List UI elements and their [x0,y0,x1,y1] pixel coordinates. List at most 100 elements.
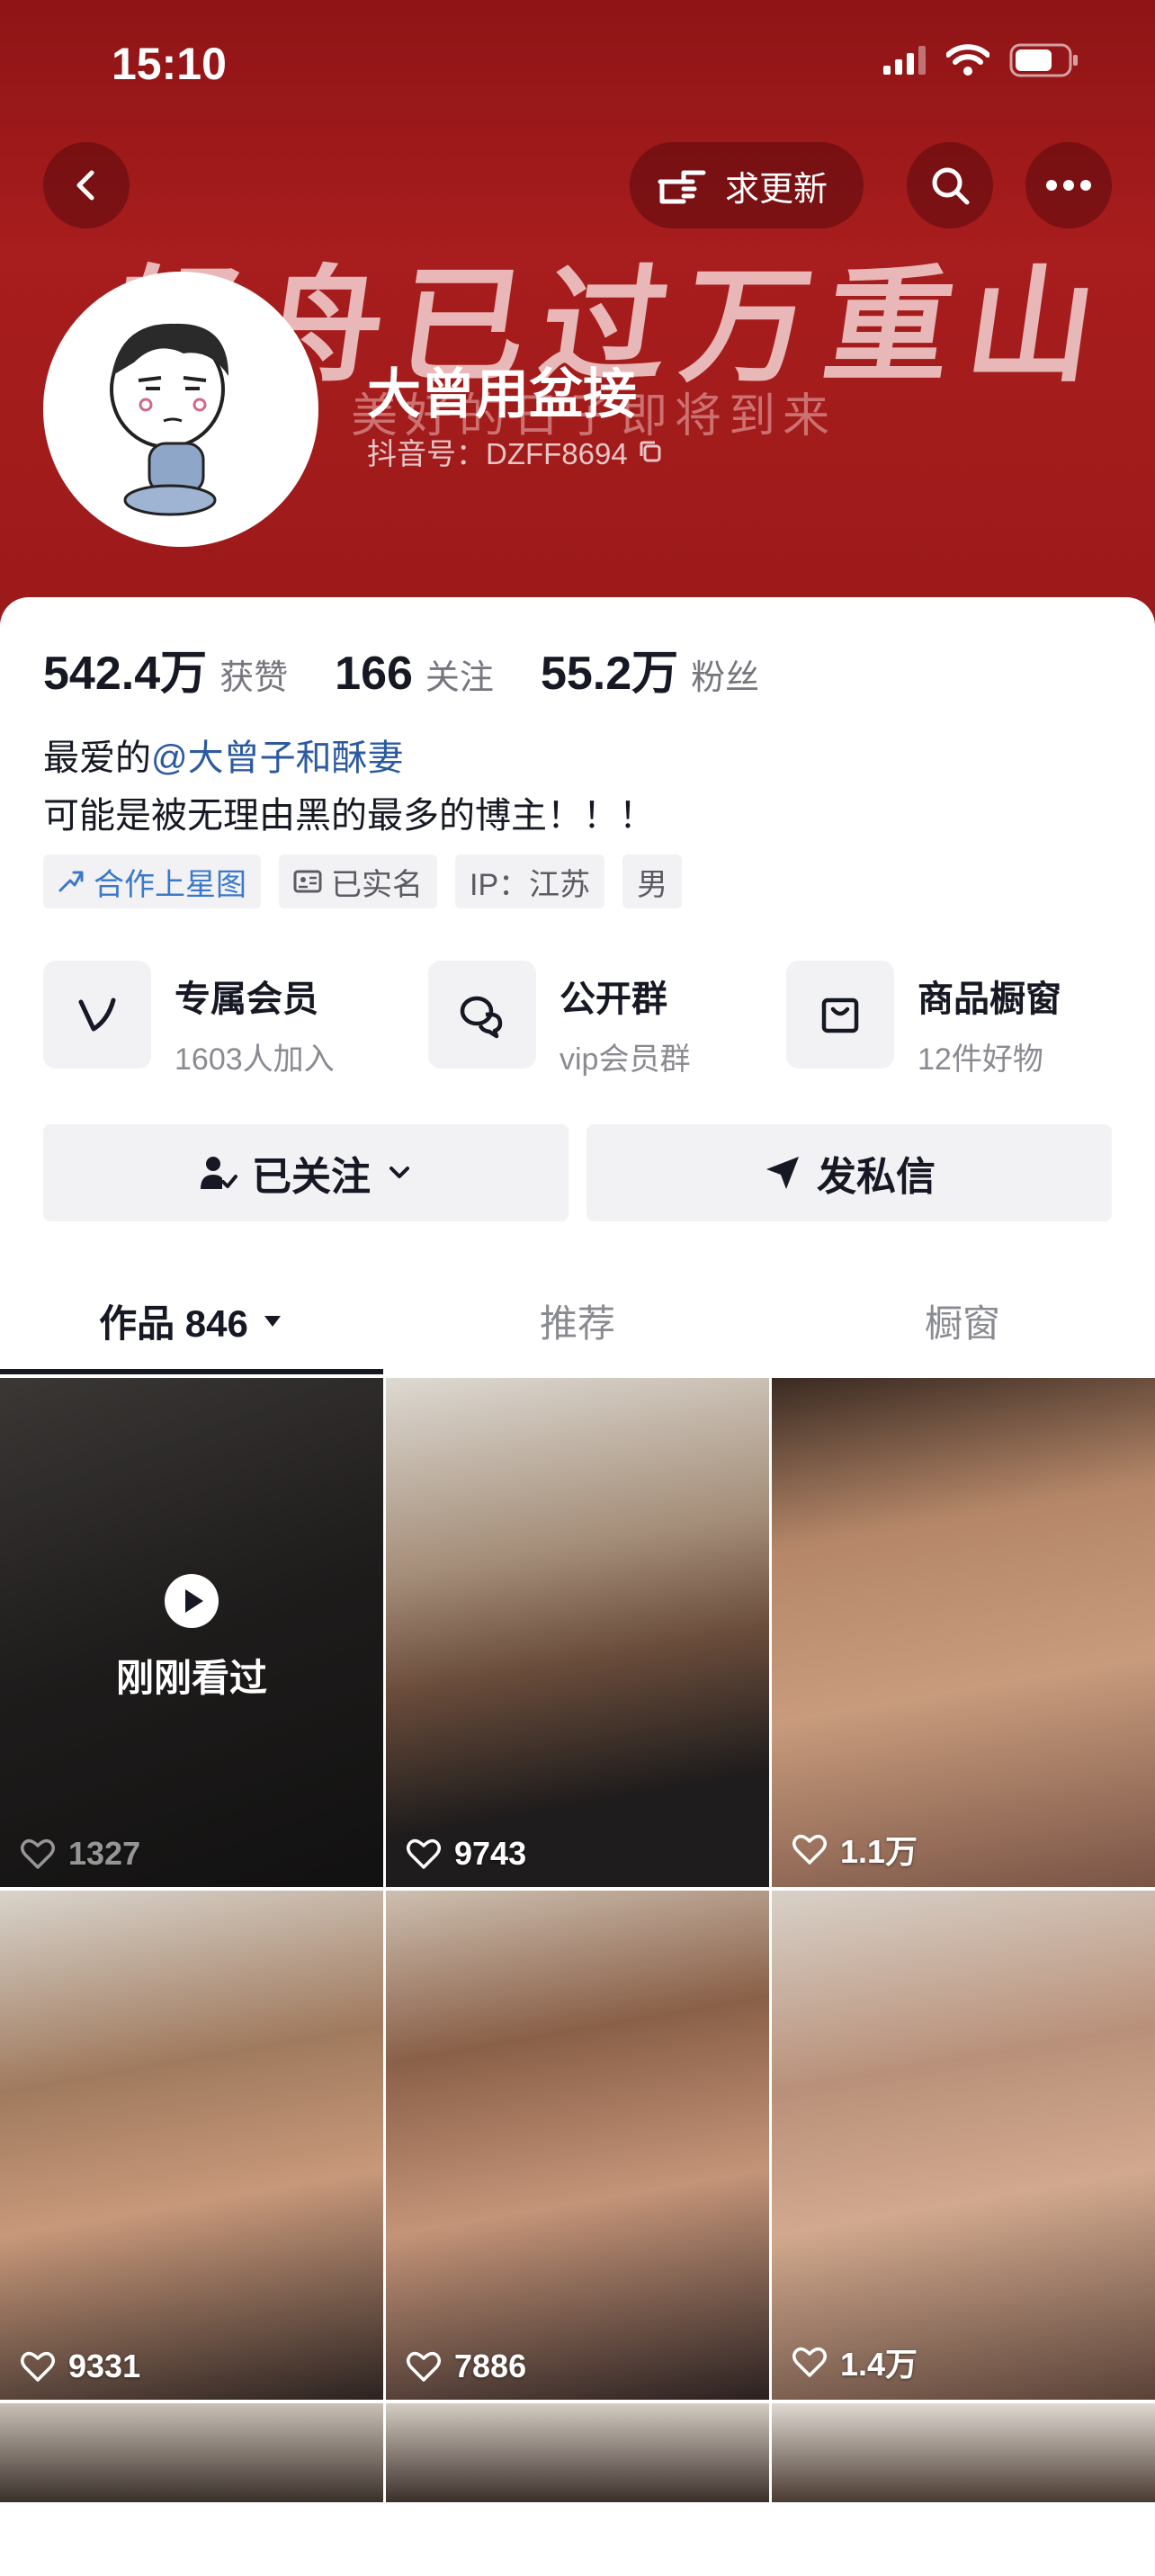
stat-value: 166 [335,648,413,700]
send-message-label: 发私信 [817,1155,936,1199]
feature-title: 商品橱窗 [918,979,1061,1019]
feature-subtitle: vip会员群 [560,1042,691,1077]
douyin-id-text: 抖音号：DZFF8694 [367,437,628,470]
tab-recommend[interactable]: 推荐 [385,1275,770,1365]
bio-line-2: 可能是被无理由黑的最多的博主！！！ [43,796,655,836]
copy-icon[interactable] [637,438,664,465]
battery-icon [1009,43,1078,77]
stat-label: 粉丝 [691,659,760,697]
video-likes-count: 9331 [68,2348,141,2384]
video-likes: 1327 [20,1835,140,1873]
followed-label: 已关注 [252,1155,371,1199]
avatar[interactable] [43,272,318,547]
tab-label: 推荐 [539,1301,615,1345]
watched-overlay [0,1378,383,1887]
back-button[interactable] [43,142,130,228]
search-icon [932,167,970,205]
content-tabs: 作品 846 推荐 橱窗 [0,1275,1155,1374]
video-thumbnail[interactable]: 刚刚看过 1327 [0,1378,383,1887]
tag-label: 已实名 [331,867,423,902]
video-thumbnail[interactable] [772,2403,1155,2502]
video-thumbnail[interactable] [386,2403,769,2502]
video-likes: 9743 [406,1835,526,1873]
request-update-label: 求更新 [725,170,828,209]
video-likes: 1.4万 [792,2339,918,2385]
stat-followers[interactable]: 55.2万 粉丝 [541,635,759,702]
tag-label: IP：江苏 [470,867,591,902]
douyin-id[interactable]: 抖音号：DZFF8694 [367,430,664,473]
feature-title: 专属会员 [175,979,318,1019]
video-likes-count: 1.4万 [840,2346,918,2383]
heart-icon [407,2351,441,2382]
video-likes-count: 7886 [454,2348,527,2384]
bio-prefix: 最爱的 [43,738,151,778]
bio-mention-link[interactable]: @大曾子和酥妻 [151,738,404,778]
more-button[interactable] [1025,142,1112,228]
profile-nickname: 大曾用盆接 [367,364,637,425]
active-tab-indicator [0,1369,383,1374]
bio-line-1: 最爱的@大曾子和酥妻 [43,729,404,781]
profile-stats: 542.4万 获赞 166 关注 55.2万 粉丝 [43,635,806,702]
stat-value: 542.4万 [43,648,208,700]
video-thumbnail[interactable]: 9331 [0,1891,383,2400]
tag-label: 合作上星图 [94,867,246,902]
shopping-bag-icon [786,961,894,1069]
video-likes-count: 1327 [68,1835,141,1872]
video-thumbnail[interactable]: 7886 [386,1891,769,2400]
video-likes: 1.1万 [792,1826,918,1873]
play-icon [165,1574,219,1628]
chat-group-icon [428,961,536,1069]
heart-icon [21,1838,55,1869]
stat-likes[interactable]: 542.4万 获赞 [43,635,288,702]
video-likes-count: 9743 [454,1835,527,1872]
wifi-icon [946,44,989,76]
heart-icon [21,2351,55,2382]
followed-button[interactable]: 已关注 [43,1124,569,1221]
feature-subtitle: 1603人加入 [175,1042,335,1077]
tag-gender: 男 [622,854,683,908]
stat-following[interactable]: 166 关注 [335,647,494,701]
video-thumbnail[interactable]: 9743 [386,1378,769,1887]
tag-star-map[interactable]: 合作上星图 [43,854,261,908]
profile-tags: 合作上星图 已实名 IP：江苏 男 [43,854,683,908]
feature-group[interactable]: 公开群 vip会员群 [428,961,690,1078]
request-update-button[interactable]: 求更新 [630,142,864,228]
cartoon-avatar-icon [49,277,313,541]
feature-subtitle: 12件好物 [918,1042,1043,1077]
chevron-down-icon [389,1167,409,1178]
heart-icon [407,1838,441,1869]
send-message-button[interactable]: 发私信 [586,1124,1112,1221]
tag-verified[interactable]: 已实名 [279,854,437,908]
tag-label: 男 [637,867,668,902]
feature-shop[interactable]: 商品橱窗 12件好物 [786,961,1061,1078]
tab-label: 作品 846 [99,1301,248,1345]
feature-title: 公开群 [560,979,667,1019]
video-thumbnail[interactable]: 1.1万 [772,1378,1155,1887]
pointing-hand-icon [658,170,706,204]
video-thumbnail[interactable]: 1.4万 [772,1891,1155,2400]
status-time: 15:10 [112,39,227,89]
id-card-icon [293,870,322,893]
recently-watched-label: 刚刚看过 [115,1657,267,1699]
video-thumbnail[interactable] [0,2403,383,2502]
tab-works[interactable]: 作品 846 [0,1275,385,1365]
more-dots-icon [1046,180,1091,191]
heart-icon [792,2347,827,2377]
search-button[interactable] [907,142,993,228]
stat-value: 55.2万 [540,648,679,700]
star-map-icon [58,871,84,892]
stat-label: 获赞 [219,659,289,697]
video-likes: 7886 [406,2348,526,2385]
caret-down-icon [264,1316,281,1327]
v-member-icon [43,961,151,1069]
feature-member[interactable]: 专属会员 1603人加入 [43,961,335,1078]
user-check-icon [201,1157,237,1189]
feature-shortcuts: 专属会员 1603人加入 公开群 vip会员群 商品橱窗 12件好物 [43,961,1123,1077]
tag-ip: IP：江苏 [455,854,605,908]
stat-label: 关注 [425,659,494,697]
chevron-left-icon [76,170,94,201]
tab-showcase[interactable]: 橱窗 [770,1275,1155,1365]
paper-plane-icon [766,1157,799,1189]
video-likes: 9331 [20,2348,140,2385]
video-likes-count: 1.1万 [840,1833,918,1870]
